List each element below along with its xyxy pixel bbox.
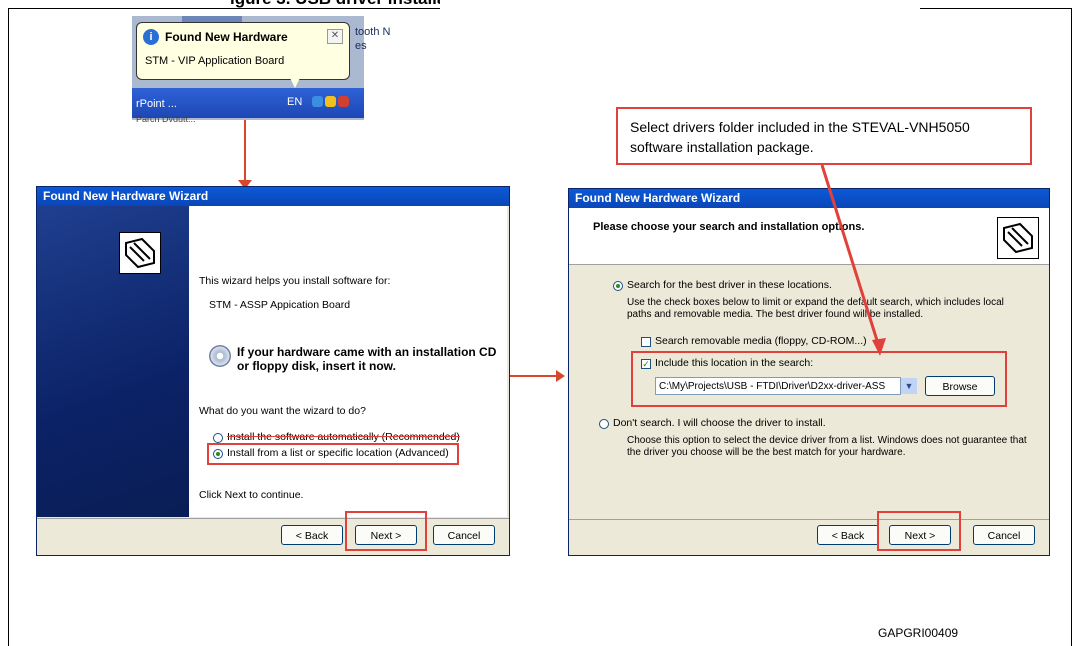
callout-pointer [820,164,886,356]
annotation-callout: Select drivers folder included in the ST… [616,107,1032,165]
figure-id: GAPGRI00409 [878,626,959,640]
